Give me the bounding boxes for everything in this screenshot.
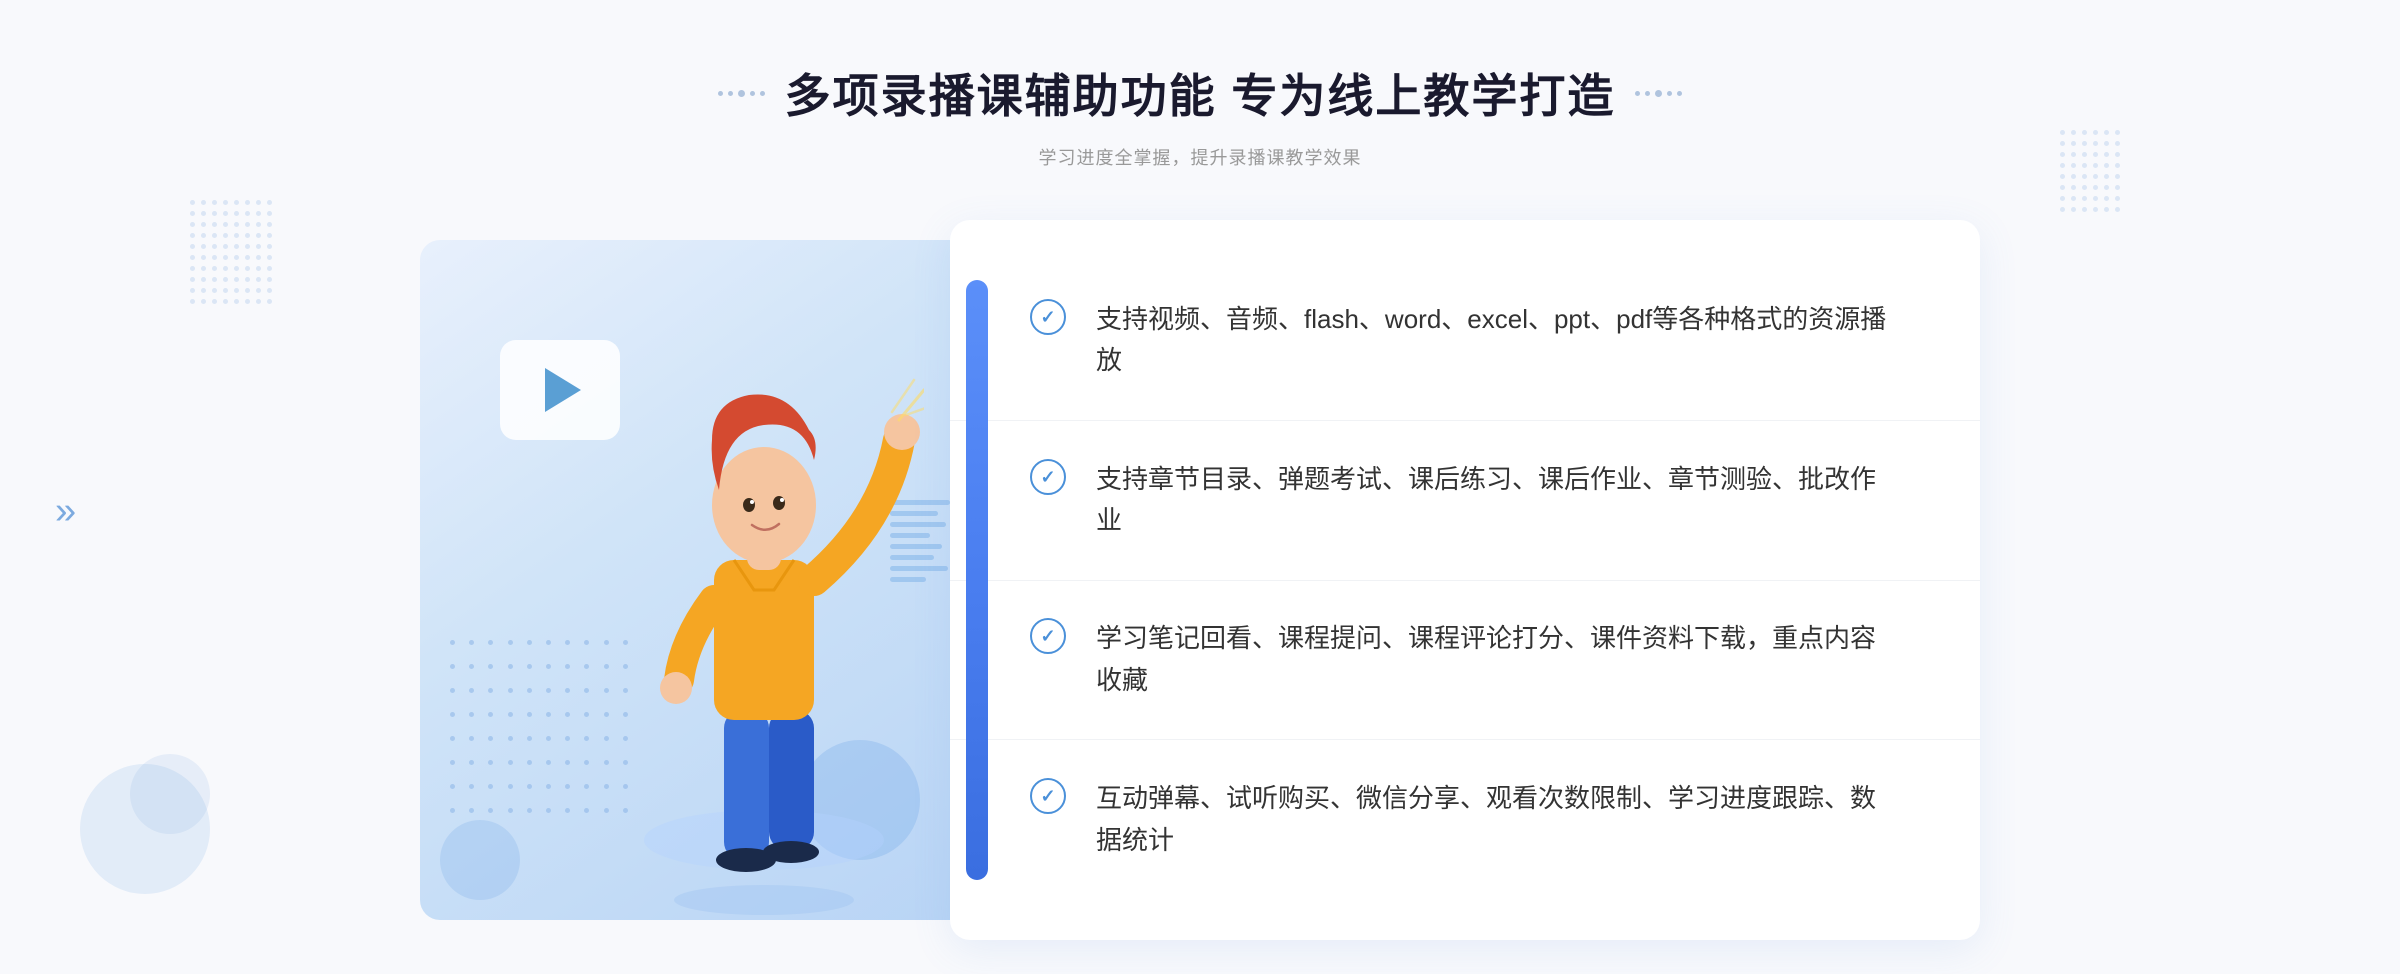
sub-title: 学习进度全掌握，提升录播课教学效果 — [718, 144, 1683, 170]
check-mark-3: ✓ — [1040, 627, 1055, 645]
illustration-card: for(let i=0;i<80;i++) document.currentSc… — [420, 240, 980, 920]
feature-item-3: ✓ 学习笔记回看、课程提问、课程评论打分、课件资料下载，重点内容收藏 — [1030, 598, 1900, 721]
feature-item-1: ✓ 支持视频、音频、flash、word、excel、ppt、pdf等各种格式的… — [1030, 279, 1900, 402]
feature-divider-2 — [950, 580, 1980, 581]
check-circle-4: ✓ — [1030, 778, 1066, 814]
feature-item-4: ✓ 互动弹幕、试听购买、微信分享、观看次数限制、学习进度跟踪、数据统计 — [1030, 758, 1900, 881]
play-triangle-icon — [545, 368, 581, 412]
dot-pattern-left: for(let i=0;i<80;i++) document.currentSc… — [190, 200, 272, 304]
dot-2 — [728, 91, 733, 96]
header-decoration: 多项录播课辅助功能 专为线上教学打造 — [718, 60, 1683, 126]
dot-9 — [1667, 91, 1672, 96]
person-figure — [604, 360, 924, 920]
dot-8 — [1655, 90, 1662, 97]
bg-circle-2 — [130, 754, 210, 834]
check-circle-1: ✓ — [1030, 299, 1066, 335]
header-section: 多项录播课辅助功能 专为线上教学打造 学习进度全掌握，提升录播课教学效果 — [718, 60, 1683, 170]
title-dots-right — [1635, 90, 1682, 97]
check-circle-3: ✓ — [1030, 618, 1066, 654]
feature-text-2: 支持章节目录、弹题考试、课后练习、课后作业、章节测验、批改作业 — [1096, 459, 1900, 542]
check-mark-4: ✓ — [1040, 787, 1055, 805]
dot-6 — [1635, 91, 1640, 96]
illustration-dots: for(let i=0;i<80;i++) document.currentSc… — [450, 640, 630, 820]
dot-1 — [718, 91, 723, 96]
feature-text-1: 支持视频、音频、flash、word、excel、ppt、pdf等各种格式的资源… — [1096, 299, 1900, 382]
features-card: ✓ 支持视频、音频、flash、word、excel、ppt、pdf等各种格式的… — [950, 220, 1980, 940]
feature-text-4: 互动弹幕、试听购买、微信分享、观看次数限制、学习进度跟踪、数据统计 — [1096, 778, 1900, 861]
left-chevron-decoration: » — [55, 490, 70, 533]
page-wrapper: for(let i=0;i<80;i++) document.currentSc… — [0, 0, 2400, 974]
dot-4 — [750, 91, 755, 96]
title-dots-left — [718, 90, 765, 97]
circle-decoration-2 — [440, 820, 520, 900]
check-mark-2: ✓ — [1040, 468, 1055, 486]
dot-pattern-right: for(let i=0;i<48;i++) document.currentSc… — [2060, 130, 2120, 212]
feature-divider-3 — [950, 739, 1980, 740]
dot-5 — [760, 91, 765, 96]
feature-item-2: ✓ 支持章节目录、弹题考试、课后练习、课后作业、章节测验、批改作业 — [1030, 439, 1900, 562]
dot-3 — [738, 90, 745, 97]
feature-text-3: 学习笔记回看、课程提问、课程评论打分、课件资料下载，重点内容收藏 — [1096, 618, 1900, 701]
person-svg — [604, 360, 924, 920]
play-button[interactable] — [500, 340, 620, 440]
dot-10 — [1677, 91, 1682, 96]
content-area: for(let i=0;i<80;i++) document.currentSc… — [420, 220, 1980, 940]
check-mark-1: ✓ — [1040, 308, 1055, 326]
main-title: 多项录播课辅助功能 专为线上教学打造 — [785, 60, 1616, 126]
dot-7 — [1645, 91, 1650, 96]
check-circle-2: ✓ — [1030, 459, 1066, 495]
blue-bar-decoration — [966, 280, 988, 880]
feature-divider-1 — [950, 420, 1980, 421]
